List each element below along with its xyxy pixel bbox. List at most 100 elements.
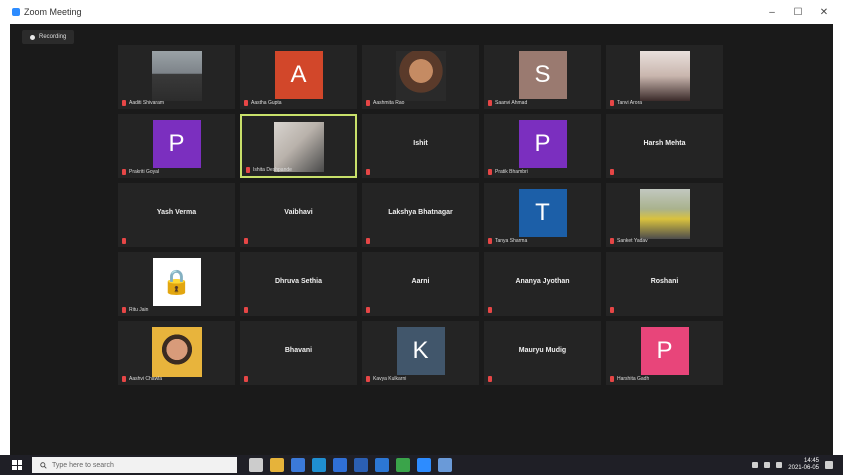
participant-tile[interactable]: Ananya Jyothan <box>484 252 601 316</box>
participant-tile[interactable]: Vaibhavi <box>240 183 357 247</box>
participant-name-label: Prakriti Goyal <box>129 169 160 175</box>
pinned-apps <box>249 458 452 472</box>
participant-name-label: Tanvi Arora <box>617 100 643 106</box>
participant-tile[interactable]: Ishit <box>362 114 479 178</box>
participant-footer <box>488 307 492 313</box>
maximize-button[interactable]: ☐ <box>785 7 811 18</box>
participant-photo <box>151 51 202 101</box>
participant-name-label: Sanket Yadav <box>617 238 648 244</box>
volume-icon[interactable] <box>776 462 783 468</box>
mic-muted-icon <box>122 169 126 175</box>
participant-display-name: Aarni <box>411 278 430 285</box>
participant-tile[interactable]: Yash Verma <box>118 183 235 247</box>
edge-icon[interactable] <box>312 458 326 472</box>
participant-footer: Sanket Yadav <box>610 238 648 244</box>
windows-start-icon[interactable] <box>12 460 22 470</box>
participant-tile[interactable]: Bhavani <box>240 321 357 385</box>
mic-muted-icon <box>488 100 492 106</box>
participant-name-label: Aaditi Shivaram <box>129 100 165 106</box>
participant-tile[interactable]: Tanvi Arora <box>606 45 723 109</box>
mic-muted-icon <box>366 100 370 106</box>
participant-tile[interactable]: Lakshya Bhatnagar <box>362 183 479 247</box>
participant-footer: Ishita Deshpande <box>246 167 292 173</box>
clock[interactable]: 14:45 2021-06-05 <box>788 458 819 472</box>
network-icon[interactable] <box>764 462 771 468</box>
mic-muted-icon <box>488 169 492 175</box>
task-view-icon[interactable] <box>249 458 263 472</box>
file-explorer-icon[interactable] <box>270 458 284 472</box>
recording-indicator[interactable]: Recording <box>22 30 75 44</box>
title-bar: Zoom Meeting – ☐ ✕ <box>0 0 843 24</box>
participant-display-name: Roshani <box>650 278 679 285</box>
participant-footer: Aashmita Rao <box>366 100 404 106</box>
meet-icon[interactable] <box>438 458 452 472</box>
taskbar: Type here to search 14:45 2021-06-05 <box>0 455 843 475</box>
mic-muted-icon <box>610 376 614 382</box>
participant-name-label: Ritu Jain <box>129 307 149 313</box>
participant-footer <box>488 376 492 382</box>
participant-footer: Tanya Sharma <box>488 238 527 244</box>
mic-muted-icon <box>488 238 492 244</box>
store-icon[interactable] <box>291 458 305 472</box>
participant-name-label: Saanvi Ahmad <box>495 100 528 106</box>
participant-tile[interactable]: T Tanya Sharma <box>484 183 601 247</box>
participant-display-name: Mauryu Mudig <box>518 347 567 354</box>
participant-tile[interactable]: Aashvi Chawla <box>118 321 235 385</box>
avatar-initial: T <box>518 189 567 237</box>
avatar-initial: P <box>152 120 201 168</box>
search-placeholder: Type here to search <box>52 461 114 469</box>
minimize-button[interactable]: – <box>759 7 785 18</box>
participant-display-name: Vaibhavi <box>284 209 313 216</box>
participant-footer: Tanvi Arora <box>610 100 642 106</box>
participant-tile[interactable]: Ishita Deshpande <box>240 114 357 178</box>
participant-display-name: Lakshya Bhatnagar <box>388 209 453 216</box>
participant-tile[interactable]: A Aastha Gupta <box>240 45 357 109</box>
participant-tile[interactable]: 🔒 Ritu Jain <box>118 252 235 316</box>
participant-tile[interactable]: Roshani <box>606 252 723 316</box>
participant-tile[interactable]: Harsh Mehta <box>606 114 723 178</box>
mic-muted-icon <box>366 376 370 382</box>
mic-muted-icon <box>488 376 492 382</box>
mic-muted-icon <box>122 238 126 244</box>
window-title: Zoom Meeting <box>24 7 82 17</box>
participant-tile[interactable]: P Pratik Bhambri <box>484 114 601 178</box>
mic-muted-icon <box>610 238 614 244</box>
participant-tile[interactable]: S Saanvi Ahmad <box>484 45 601 109</box>
participant-tile[interactable]: Mauryu Mudig <box>484 321 601 385</box>
participant-tile[interactable]: Sanket Yadav <box>606 183 723 247</box>
chevron-up-icon[interactable] <box>752 462 759 468</box>
participant-footer: Pratik Bhambri <box>488 169 528 175</box>
participant-tile[interactable]: Aaditi Shivaram <box>118 45 235 109</box>
mail-icon[interactable] <box>333 458 347 472</box>
avatar-initial: A <box>274 51 323 99</box>
participant-photo <box>273 122 324 172</box>
participant-tile[interactable]: P Harshita Gadh <box>606 321 723 385</box>
participant-tile[interactable]: Aashmita Rao <box>362 45 479 109</box>
recording-dot-icon <box>30 34 35 40</box>
mic-muted-icon <box>610 169 614 175</box>
mic-muted-icon <box>610 100 614 106</box>
mic-muted-icon <box>122 307 126 313</box>
mic-muted-icon <box>244 376 248 382</box>
mic-muted-icon <box>244 307 248 313</box>
participant-tile[interactable]: K Kavya Kulkarni <box>362 321 479 385</box>
participant-tile[interactable]: Dhruva Sethia <box>240 252 357 316</box>
mic-muted-icon <box>366 169 370 175</box>
participant-footer <box>122 238 126 244</box>
chrome-icon[interactable] <box>396 458 410 472</box>
participant-footer <box>610 307 614 313</box>
zoom-icon[interactable] <box>417 458 431 472</box>
participant-photo <box>151 327 202 377</box>
taskbar-search-box[interactable]: Type here to search <box>32 457 237 473</box>
participant-tile[interactable]: Aarni <box>362 252 479 316</box>
participant-footer: Aashvi Chawla <box>122 376 162 382</box>
avatar-initial: P <box>640 327 689 375</box>
photos-icon[interactable] <box>375 458 389 472</box>
notification-icon[interactable] <box>825 461 833 469</box>
word-icon[interactable] <box>354 458 368 472</box>
participant-tile[interactable]: P Prakriti Goyal <box>118 114 235 178</box>
mic-muted-icon <box>366 238 370 244</box>
participant-photo <box>395 51 446 101</box>
close-button[interactable]: ✕ <box>811 7 837 18</box>
window-controls: – ☐ ✕ <box>759 0 837 24</box>
